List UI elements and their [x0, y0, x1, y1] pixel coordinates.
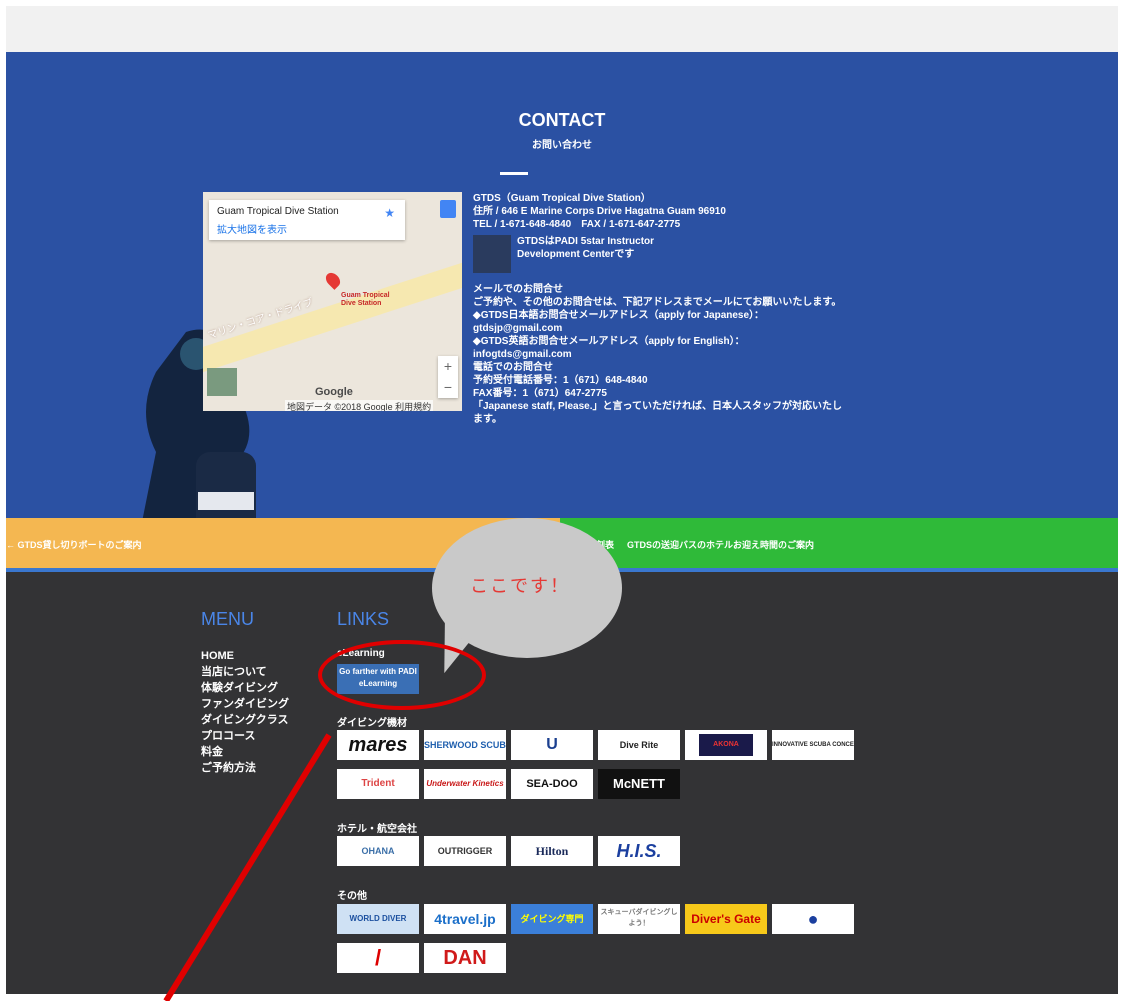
innovative-scuba-concepts-logo[interactable]: INNOVATIVE SCUBA CONCEPTS [772, 730, 854, 760]
map-place-card: Guam Tropical Dive Station 拡大地図を表示 ★ [209, 200, 405, 240]
mail-heading: メールでのお問合せ [473, 284, 563, 295]
fax-number: FAX番号：1（671）647-2775 [473, 388, 607, 399]
menu-item-pro-course[interactable]: プロコース [201, 728, 289, 744]
en-mail-label: ◆GTDS英語お問合せメールアドレス（apply for English）： [473, 336, 745, 347]
title-divider [500, 172, 528, 175]
aqualung-logo[interactable]: U [511, 730, 593, 760]
his-logo[interactable]: H.I.S. [598, 836, 680, 866]
highlight-ellipse [318, 640, 486, 710]
links-heading: LINKS [337, 609, 390, 629]
phone-heading: 電話でのお問合せ [473, 362, 553, 373]
map-pin-icon[interactable] [323, 270, 343, 290]
boat-charter-link[interactable]: ← GTDS貸し切りボートのご案内 [6, 538, 142, 551]
padi-line-2: Development Centerです [517, 249, 635, 260]
mares-logo[interactable]: mares [337, 730, 419, 760]
contact-subtitle: お問い合わせ [532, 140, 592, 151]
callout-text: ここです！ [470, 576, 570, 596]
contact-title: CONTACT [518, 110, 606, 130]
menu-heading: MENU [201, 609, 254, 629]
contact-info: GTDS（Guam Tropical Dive Station） 住所 / 64… [473, 192, 863, 426]
google-logo: Google [315, 386, 353, 398]
shuttle-bus-link[interactable]: GTDSの送迎バスのホテルお迎え時間のご案内 [627, 538, 814, 551]
padi-line-1: GTDSはPADI 5star Instructor [517, 236, 655, 247]
sea-doo-logo[interactable]: SEA-DOO [511, 769, 593, 799]
map-road [203, 253, 462, 375]
menu-item-trial-dive[interactable]: 体験ダイビング [201, 680, 289, 696]
menu-item-price[interactable]: 料金 [201, 744, 289, 760]
menu-item-fun-dive[interactable]: ファンダイビング [201, 696, 289, 712]
menu-item-about[interactable]: 当店について [201, 664, 289, 680]
padi-row: GTDSはPADI 5star Instructor Development Ce… [473, 235, 863, 273]
star-icon[interactable]: ★ [384, 206, 395, 220]
japanese-staff-note-cont: ます。 [473, 414, 502, 425]
sherwood-scuba-logo[interactable]: SHERWOOD SCUBA [424, 730, 506, 760]
satellite-toggle-thumbnail[interactable] [207, 368, 237, 396]
akona-logo[interactable]: AKONA [685, 730, 767, 760]
browser-top-bar [6, 6, 1118, 52]
map-zoom-control: + − [438, 356, 458, 398]
mail-description: ご予約や、その他のお問合せは、下記アドレスまでメールにてお願いいたします。 [473, 297, 842, 308]
dive-flag-logo[interactable]: ● [772, 904, 854, 934]
japanese-staff-note: 「Japanese staff, Please.」と言っていただければ、日本人ス… [473, 401, 843, 412]
street-view-person-icon[interactable] [440, 200, 456, 218]
ohana-logo[interactable]: OHANA [337, 836, 419, 866]
padi-text: GTDSはPADI 5star Instructor Development Ce… [517, 235, 654, 261]
reserve-phone: 予約受付電話番号：1（671）648-4840 [473, 375, 648, 386]
jp-mail-label: ◆GTDS日本語お問合せメールアドレス（apply for Japanese）： [473, 310, 765, 321]
hilton-logo[interactable]: Hilton [511, 836, 593, 866]
category-hotel-airline: ホテル・航空会社 [337, 824, 417, 835]
trident-logo[interactable]: Trident [337, 769, 419, 799]
flag-stripe-logo[interactable]: / [337, 943, 419, 973]
menu-item-home[interactable]: HOME [201, 648, 289, 664]
map-expand-link[interactable]: 拡大地図を表示 [217, 221, 287, 236]
menu-item-reservation[interactable]: ご予約方法 [201, 760, 289, 776]
map-place-name: Guam Tropical Dive Station [217, 206, 339, 217]
category-other: その他 [337, 891, 367, 902]
padi-5star-badge-icon [473, 235, 511, 273]
zoom-in-button[interactable]: + [438, 356, 458, 377]
footer-menu: HOME 当店について 体験ダイビング ファンダイビング ダイビングクラス プロ… [201, 648, 289, 776]
akona-logo-text: AKONA [699, 734, 753, 756]
dive-rite-logo[interactable]: Dive Rite [598, 730, 680, 760]
en-mail-address[interactable]: infogtds@gmail.com [473, 348, 863, 361]
divers-gate-logo[interactable]: Diver's Gate [685, 904, 767, 934]
diving-specialist-logo[interactable]: ダイビング専門 [511, 904, 593, 934]
jp-mail-address[interactable]: gtdsjp@gmail.com [473, 322, 863, 335]
map-attribution[interactable]: 地図データ ©2018 Google 利用規約 [285, 400, 434, 411]
company-name: GTDS（Guam Tropical Dive Station） [473, 193, 651, 204]
4travel-logo[interactable]: 4travel.jp [424, 904, 506, 934]
world-diver-logo[interactable]: WORLD DIVER [337, 904, 419, 934]
outrigger-logo[interactable]: OUTRIGGER [424, 836, 506, 866]
google-map[interactable]: マリン・コア・ドライブ Guam Tropical Dive Station 拡… [203, 192, 462, 411]
underwater-kinetics-logo[interactable]: Underwater Kinetics [424, 769, 506, 799]
dan-logo[interactable]: DAN [424, 943, 506, 973]
mcnett-logo[interactable]: McNETT [598, 769, 680, 799]
contact-section: CONTACT お問い合わせ マリン・コア・ドライブ Guam Tropical… [6, 52, 1118, 518]
zoom-out-button[interactable]: − [438, 377, 458, 398]
lets-scuba-dive-logo[interactable]: スキューバダイビングしよう！ [598, 904, 680, 934]
map-pin-label: Guam Tropical Dive Station [341, 292, 390, 307]
tel-fax: TEL / 1-671-648-4840 FAX / 1-671-647-277… [473, 219, 681, 230]
category-equipment: ダイビング機材 [337, 718, 407, 729]
menu-item-dive-class[interactable]: ダイビングクラス [201, 712, 289, 728]
address: 住所 / 646 E Marine Corps Drive Hagatna Gu… [473, 206, 726, 217]
